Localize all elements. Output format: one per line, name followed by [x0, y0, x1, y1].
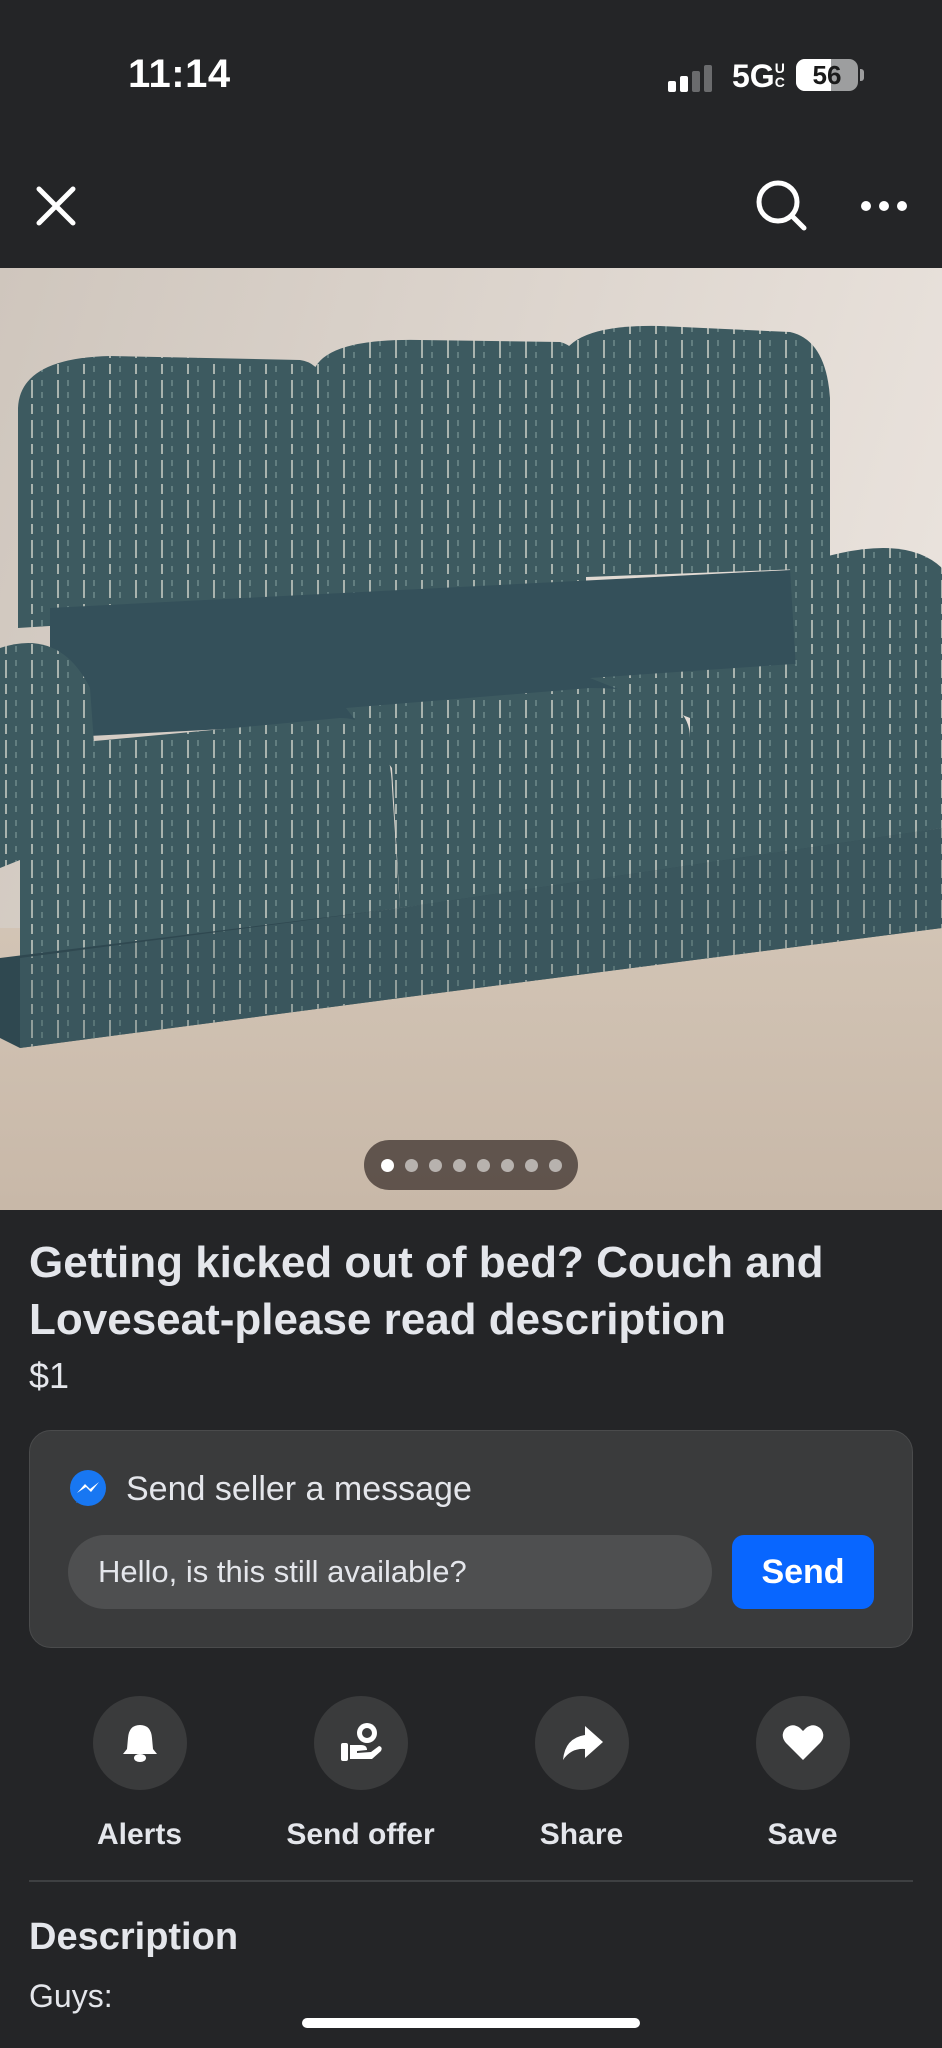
save-circle[interactable]: [755, 1696, 850, 1790]
pager-dot[interactable]: [404, 1158, 418, 1172]
send-offer-circle[interactable]: [313, 1696, 408, 1790]
action-row: Alerts Send offer Share Save: [29, 1696, 913, 1851]
send-button[interactable]: Send: [732, 1535, 874, 1609]
network-label: 5G: [732, 58, 775, 94]
heart-icon: [782, 1725, 823, 1760]
send-offer-button[interactable]: Send offer: [250, 1696, 471, 1852]
message-header: Send seller a message: [68, 1469, 472, 1509]
listing-title: Getting kicked out of bed? Couch and Lov…: [29, 1238, 824, 1344]
battery-level: 56: [812, 60, 842, 90]
signal-icon: [668, 64, 716, 92]
more-button[interactable]: [852, 174, 916, 238]
listing-photo[interactable]: [0, 268, 942, 1210]
share-icon: [562, 1726, 603, 1760]
pager-dot[interactable]: [476, 1158, 490, 1172]
close-icon: [36, 186, 76, 226]
network-suffix: UC: [774, 60, 785, 90]
share-button[interactable]: Share: [471, 1696, 692, 1852]
pager-dot[interactable]: [548, 1158, 562, 1172]
photo-pager[interactable]: [364, 1140, 578, 1190]
description-heading: Description: [29, 1916, 239, 1958]
message-card: Send seller a message Send: [29, 1430, 913, 1648]
home-indicator[interactable]: [302, 2018, 640, 2028]
listing-price: $1: [29, 1355, 70, 1396]
search-button[interactable]: [750, 174, 814, 238]
status-bar: 11:14 5GUC 56: [0, 0, 942, 150]
share-label: Share: [539, 1818, 624, 1851]
pager-dot[interactable]: [524, 1158, 538, 1172]
more-icon: [861, 201, 907, 211]
couch-image: [0, 268, 942, 1210]
offer-icon: [340, 1723, 382, 1761]
alerts-circle[interactable]: [92, 1696, 187, 1790]
description-text: Guys:: [29, 1978, 113, 2014]
save-label: Save: [767, 1818, 838, 1851]
send-offer-label: Send offer: [286, 1818, 435, 1851]
battery-icon: 56: [796, 59, 858, 91]
status-time: 11:14: [128, 52, 231, 96]
message-input[interactable]: [68, 1535, 712, 1609]
bell-icon: [122, 1725, 157, 1762]
pager-dot[interactable]: [500, 1158, 514, 1172]
pager-dot[interactable]: [428, 1158, 442, 1172]
alerts-button[interactable]: Alerts: [29, 1696, 250, 1852]
save-button[interactable]: Save: [692, 1696, 913, 1852]
section-divider: [29, 1880, 913, 1882]
pager-dot[interactable]: [452, 1158, 466, 1172]
battery-cap: [860, 69, 864, 81]
search-icon: [756, 180, 807, 231]
message-heading: Send seller a message: [126, 1469, 472, 1508]
pager-dot-active[interactable]: [380, 1158, 394, 1172]
messenger-icon: [70, 1470, 106, 1506]
top-nav: [0, 150, 942, 268]
network-indicator: 5GUC: [732, 58, 789, 95]
close-button[interactable]: [24, 174, 88, 238]
share-circle[interactable]: [534, 1696, 629, 1790]
alerts-label: Alerts: [96, 1818, 183, 1851]
